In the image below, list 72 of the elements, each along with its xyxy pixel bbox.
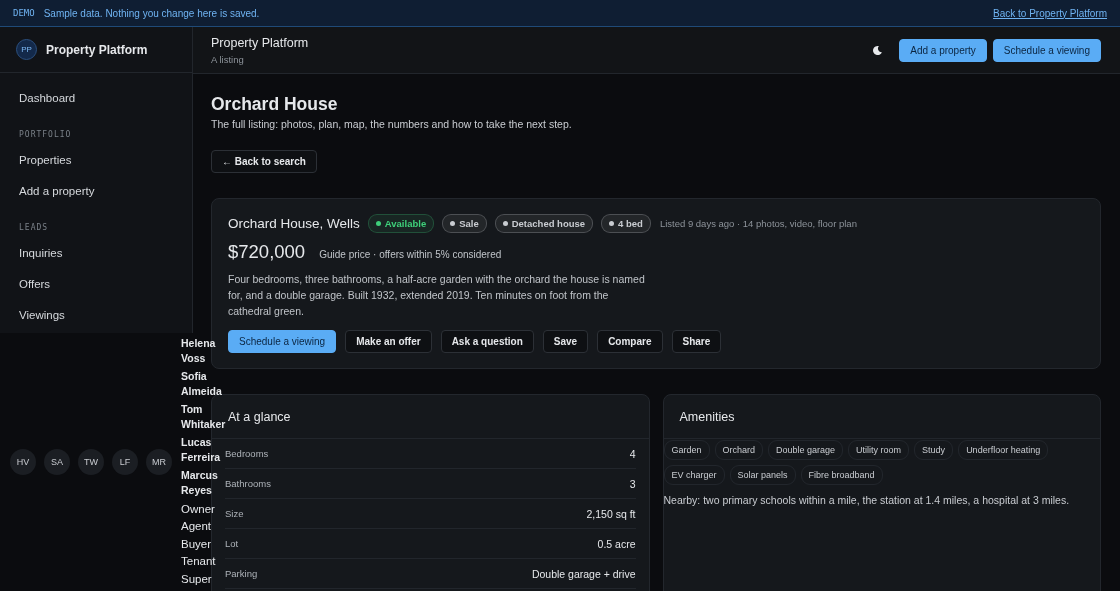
field-label: Bedrooms	[225, 448, 269, 459]
field-value: Double garage + drive	[531, 567, 636, 580]
person-avatar[interactable]: MR	[146, 449, 172, 475]
action-button[interactable]: Compare	[597, 330, 663, 353]
listing-title: Orchard House, Wells	[228, 216, 360, 231]
role-label: Tenant	[181, 554, 217, 570]
header-button[interactable]: Schedule a viewing	[992, 38, 1101, 62]
amenity-tag: Orchard	[714, 440, 764, 460]
nav-item[interactable]: Add a property	[19, 176, 173, 207]
demo-tag: DEMO	[13, 8, 35, 18]
role-label: Buyer	[181, 536, 213, 552]
role-label: Owner	[181, 501, 216, 517]
nav-item[interactable]: Viewings	[19, 300, 173, 331]
person-name: Sofia Almeida	[181, 368, 223, 400]
field-label: Bathrooms	[225, 478, 271, 489]
field-value: 2,150 sq ft	[586, 507, 636, 520]
person-name: Helena Voss	[181, 335, 217, 367]
amenity-tag: EV charger	[663, 465, 725, 485]
person-avatar[interactable]: LF	[112, 449, 138, 475]
amenity-tag: Fibre broadband	[800, 465, 883, 485]
action-button[interactable]: Make an offer	[345, 330, 432, 353]
app-subtitle: A listing	[211, 53, 245, 65]
action-button[interactable]: Schedule a viewing	[228, 330, 337, 353]
nav-item[interactable]: Offers	[19, 269, 173, 300]
role-label: Super	[181, 571, 213, 587]
app-title: Property Platform	[211, 35, 310, 50]
tag-chip: Available	[367, 214, 435, 233]
price: $720,000	[228, 241, 306, 263]
moon-icon[interactable]	[872, 44, 884, 56]
amenity-tag: Garden	[663, 440, 710, 460]
field-value: 0.5 acre	[597, 537, 636, 550]
field-value: 3	[629, 477, 636, 490]
nav-heading: PORTFOLIO	[19, 130, 73, 139]
person-name: Lucas Ferreira	[181, 434, 222, 466]
tag-chip: Sale	[442, 214, 487, 233]
action-button[interactable]: Save	[542, 330, 589, 353]
header-button[interactable]: Add a property	[899, 38, 987, 62]
tag-chip: Detached house	[494, 214, 594, 233]
person-name: Tom Whitaker	[181, 401, 226, 433]
banner-message: Sample data. Nothing you change here is saved.	[43, 7, 260, 19]
listing-description: Four bedrooms, three bathrooms, a half-acre garden with the orchard the house is named for, and a double garage. Built 1932, extended 2019. Ten minutes on foot from the cathedral green.	[228, 272, 646, 319]
field-label: Lot	[225, 538, 239, 549]
amenity-tag: Underfloor heating	[958, 440, 1049, 460]
nearby-text: Nearby: two primary schools within a mile, the station at 1.4 miles, a hospital at 3 miles.	[663, 494, 1071, 506]
field-label: Parking	[225, 568, 258, 579]
amenity-tag: Utility room	[848, 440, 910, 460]
amenity-tag: Study	[914, 440, 954, 460]
back-link[interactable]: Back to Property Platform	[993, 7, 1107, 19]
role-label: Agent	[181, 519, 213, 535]
brand-avatar: PP	[16, 39, 37, 60]
nav-item[interactable]: Properties	[19, 145, 173, 176]
nav-item[interactable]: Dashboard	[19, 83, 173, 114]
listing-meta: Listed 9 days ago · 14 photos, video, floor plan	[659, 218, 857, 229]
nav-heading: LEADS	[19, 223, 50, 232]
person-avatar[interactable]: HV	[10, 449, 36, 475]
person-name: Marcus Reyes	[181, 467, 219, 499]
field-value: 4	[629, 447, 636, 460]
page-subtitle: The full listing: photos, plan, map, the numbers and how to take the next step.	[211, 118, 573, 130]
tag-chip: 4 bed	[601, 214, 651, 233]
brand-name: Property Platform	[46, 42, 148, 57]
person-avatar[interactable]: SA	[44, 449, 70, 475]
field-label: Size	[225, 508, 244, 519]
nav-item[interactable]: Inquiries	[19, 238, 173, 269]
person-avatar[interactable]: TW	[78, 449, 104, 475]
price-note: Guide price · offers within 5% considered	[319, 249, 502, 260]
card-title: Amenities	[663, 395, 1100, 439]
amenity-tag: Solar panels	[729, 465, 796, 485]
action-button[interactable]: Share	[671, 330, 722, 353]
action-button[interactable]: Ask a question	[440, 330, 534, 353]
page-title: Orchard House	[211, 94, 339, 115]
back-button[interactable]: ← Back to search	[211, 150, 317, 173]
amenity-tag: Double garage	[768, 440, 844, 460]
